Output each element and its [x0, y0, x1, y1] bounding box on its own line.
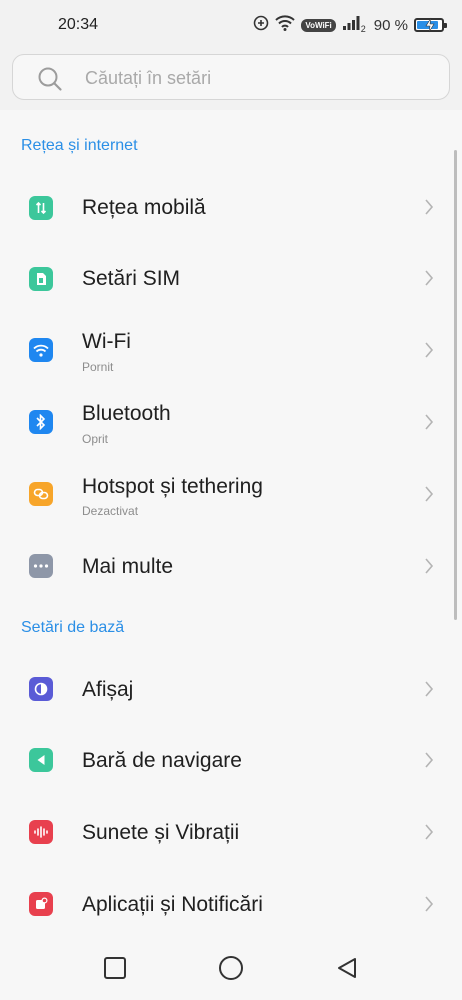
chevron-right-icon: [424, 823, 434, 846]
wifi-signal-icon: [275, 14, 296, 36]
chevron-right-icon: [424, 557, 434, 580]
system-navigation-bar: [0, 942, 462, 1000]
settings-item-apps-notifications[interactable]: Aplicații și Notificări: [0, 868, 462, 940]
section-title-network: Rețea și internet: [21, 137, 138, 154]
display-icon: [29, 677, 53, 701]
chevron-right-icon: [424, 751, 434, 774]
battery-icon: [414, 17, 447, 33]
settings-item-label: Bluetooth: [82, 402, 171, 425]
settings-item-label: Aplicații și Notificări: [82, 893, 263, 916]
settings-item-mobile-network[interactable]: Rețea mobilă: [0, 172, 462, 244]
settings-item-status: Oprit: [82, 432, 109, 446]
settings-item-hotspot[interactable]: Hotspot și tethering Dezactivat: [0, 458, 462, 530]
chevron-right-icon: [424, 341, 434, 364]
back-button[interactable]: [332, 955, 362, 985]
settings-item-wifi[interactable]: Wi-Fi Pornit: [0, 314, 462, 386]
wifi-icon: [29, 338, 53, 362]
triangle-back-icon: [335, 956, 359, 985]
chevron-right-icon: [424, 198, 434, 221]
search-icon: [37, 66, 63, 97]
square-icon: [103, 956, 127, 985]
status-time: 20:34: [58, 16, 99, 33]
app-notification-icon: [29, 892, 53, 916]
settings-item-display[interactable]: Afișaj: [0, 653, 462, 725]
chevron-right-icon: [424, 413, 434, 436]
chevron-right-icon: [424, 895, 434, 918]
sim-index: 2: [360, 24, 366, 34]
settings-item-status: Dezactivat: [82, 504, 139, 518]
settings-item-label: Rețea mobilă: [82, 196, 206, 219]
settings-item-status: Pornit: [82, 360, 114, 374]
sim-card-icon: [29, 267, 53, 291]
search-box[interactable]: [12, 54, 450, 101]
settings-item-label: Mai multe: [82, 555, 174, 578]
data-saver-icon: [253, 15, 269, 36]
settings-item-navigation-bar[interactable]: Bară de navigare: [0, 724, 462, 796]
mobile-data-icon: [29, 196, 53, 220]
home-button[interactable]: [216, 955, 246, 985]
search-bar-container: [0, 48, 462, 110]
cell-signal-icon: [342, 15, 360, 36]
settings-item-label: Wi-Fi: [82, 330, 131, 353]
scrollbar[interactable]: [454, 150, 457, 620]
vowifi-badge: VoWiFi: [301, 18, 336, 32]
status-bar: 20:34 VoWiFi 2 90 %: [0, 0, 462, 48]
chevron-right-icon: [424, 269, 434, 292]
chevron-right-icon: [424, 485, 434, 508]
settings-item-more[interactable]: Mai multe: [0, 530, 462, 602]
status-icons: VoWiFi 2 90 %: [253, 13, 447, 37]
sound-wave-icon: [29, 820, 53, 844]
settings-item-label: Sunete și Vibrații: [82, 821, 240, 844]
chevron-right-icon: [424, 680, 434, 703]
settings-item-label: Afișaj: [82, 678, 134, 701]
settings-item-sounds[interactable]: Sunete și Vibrații: [0, 796, 462, 868]
hotspot-icon: [29, 482, 53, 506]
bluetooth-icon: [29, 410, 53, 434]
settings-item-label: Bară de navigare: [82, 749, 242, 772]
search-input[interactable]: [83, 55, 427, 101]
section-title-basic-settings: Setări de bază: [21, 619, 125, 636]
recent-apps-button[interactable]: [100, 955, 130, 985]
settings-item-label: Hotspot și tethering: [82, 475, 263, 498]
settings-item-sim[interactable]: Setări SIM: [0, 243, 462, 315]
battery-percent: 90 %: [373, 16, 408, 34]
settings-item-bluetooth[interactable]: Bluetooth Oprit: [0, 386, 462, 458]
more-dots-icon: [29, 554, 53, 578]
navigation-bar-icon: [29, 748, 53, 772]
settings-item-label: Setări SIM: [82, 267, 181, 290]
circle-icon: [218, 955, 244, 986]
